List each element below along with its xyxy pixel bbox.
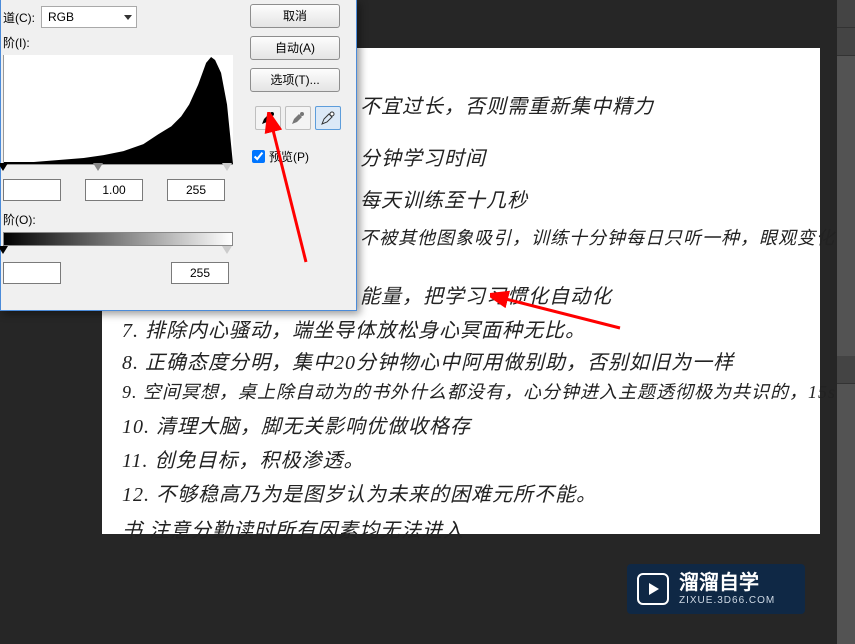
channel-label: 道(C): [3,9,35,26]
preview-label: 预览(P) [269,148,309,165]
panel-tab[interactable] [837,0,855,28]
watermark-title: 溜溜自学 [679,573,775,593]
play-icon [637,573,669,605]
right-panel-strip [837,0,855,644]
panel-tab[interactable] [837,356,855,384]
input-slider[interactable] [3,165,233,175]
output-gradient [3,232,233,246]
panel-tab[interactable] [837,28,855,56]
output-black-handle[interactable] [0,246,8,254]
output-label: 阶(O): [3,211,238,228]
gray-eyedropper-icon[interactable] [285,106,311,130]
output-white-handle[interactable] [222,246,232,254]
doc-line: 每天训练至十几秒 [360,184,528,213]
black-point-handle[interactable] [0,163,8,171]
histogram [3,55,233,165]
watermark: 溜溜自学 ZIXUE.3D66.COM [627,564,805,614]
input-black-field[interactable] [3,179,61,201]
doc-line: 书 注意分勤读时所有因素均无法进入 [122,514,464,543]
output-slider[interactable] [3,248,233,258]
white-point-handle[interactable] [222,163,232,171]
doc-line: 9. 空间冥想，桌上除自动为的书外什么都没有，心分钟进入主题透彻极为共识的，15… [122,378,855,404]
watermark-subtitle: ZIXUE.3D66.COM [679,595,775,606]
input-label: 阶(I): [1,34,238,51]
doc-line: 能量，把学习习惯化自动化 [360,280,612,309]
preview-checkbox-row[interactable]: 预览(P) [250,148,346,165]
gray-point-handle[interactable] [93,163,103,171]
doc-line: 7. 排除内心骚动，端坐导体放松身心冥面种无比。 [122,314,586,343]
doc-line: 不被其他图象吸引，训练十分钟每日只听一种，眼观变化 [360,224,835,250]
doc-line: 12. 不够稳高乃为是图岁认为未来的困难元所不能。 [122,478,597,507]
options-button[interactable]: 选项(T)... [250,68,340,92]
cancel-button[interactable]: 取消 [250,4,340,28]
doc-line: 10. 清理大脑，脚无关影响优做收格存 [122,410,471,439]
doc-line: 8. 正确态度分明，集中20分钟物心中阿用做别助，否别如旧为一样 [122,346,734,375]
auto-button[interactable]: 自动(A) [250,36,340,60]
output-black-field[interactable] [3,262,61,284]
channel-value: RGB [48,10,74,24]
output-white-field[interactable] [171,262,229,284]
white-eyedropper-icon[interactable] [315,106,341,130]
preview-checkbox[interactable] [252,150,265,163]
doc-line: 11. 创免目标，积极渗透。 [122,444,365,473]
doc-line: 不宜过长，否则需重新集中精力 [360,90,654,119]
input-white-field[interactable] [167,179,225,201]
input-gamma-field[interactable] [85,179,143,201]
channel-select[interactable]: RGB [41,6,137,28]
levels-dialog: 道(C): RGB 阶(I): [0,0,357,311]
chevron-down-icon [124,15,132,20]
black-eyedropper-icon[interactable] [255,106,281,130]
doc-line: 分钟学习时间 [360,142,486,171]
